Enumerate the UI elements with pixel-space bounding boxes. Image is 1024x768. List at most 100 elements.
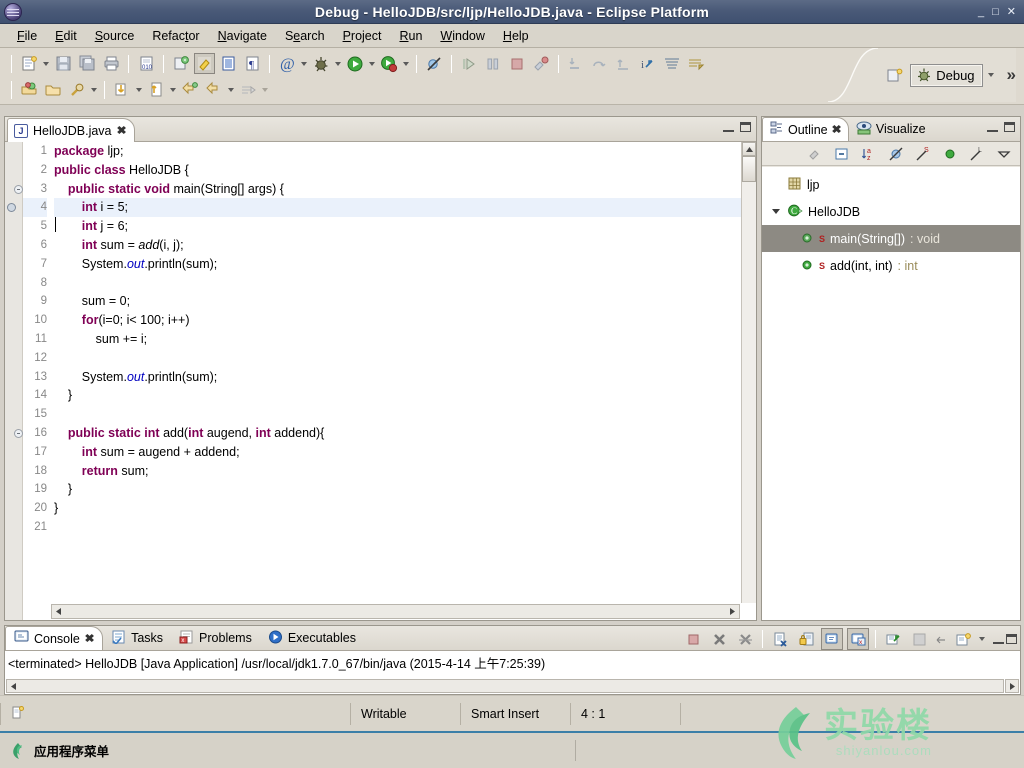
forward-history-icon[interactable] xyxy=(203,79,225,101)
tab-executables[interactable]: Executables xyxy=(260,626,364,650)
tab-problems[interactable]: x Problems xyxy=(171,626,260,650)
debug-dropdown-icon[interactable] xyxy=(333,54,342,74)
goto-line-dropdown-icon[interactable] xyxy=(168,80,177,100)
step-return-icon[interactable] xyxy=(613,53,635,75)
view-menu-icon[interactable] xyxy=(993,143,1015,165)
remove-all-terminated-icon[interactable] xyxy=(734,628,756,650)
editor-vertical-scrollbar[interactable] xyxy=(741,142,756,603)
step-over-dbg-icon[interactable] xyxy=(589,53,611,75)
menu-navigate[interactable]: Navigate xyxy=(209,27,276,45)
print-icon[interactable] xyxy=(100,53,122,75)
outline-item-package[interactable]: ljp xyxy=(762,171,1020,198)
menu-edit[interactable]: Edit xyxy=(46,27,86,45)
show-whitespace-icon[interactable]: ¶ xyxy=(241,53,263,75)
scroll-up-icon[interactable] xyxy=(742,142,756,156)
open-perspective-button[interactable] xyxy=(883,64,905,86)
tab-tasks[interactable]: Tasks xyxy=(103,626,171,650)
skip-all-breakpoints-icon[interactable] xyxy=(423,53,445,75)
sort-icon[interactable]: az xyxy=(858,143,880,165)
maximize-icon[interactable] xyxy=(1004,122,1015,132)
hide-nonpublic-icon[interactable] xyxy=(939,143,961,165)
hide-fields-icon[interactable] xyxy=(885,143,907,165)
console-scroll-right-button[interactable] xyxy=(1005,679,1019,693)
hide-local-types-icon[interactable]: L xyxy=(966,143,988,165)
minimize-icon[interactable] xyxy=(723,123,734,132)
show-source-quick-view-icon[interactable] xyxy=(217,53,239,75)
open-task-dropdown-icon[interactable] xyxy=(299,54,308,74)
run-coverage-dropdown-icon[interactable] xyxy=(401,54,410,74)
run-dropdown-icon[interactable] xyxy=(367,54,376,74)
disconnect-icon[interactable] xyxy=(530,53,552,75)
debug-marker-icon[interactable] xyxy=(7,203,16,213)
menu-help[interactable]: Help xyxy=(494,27,538,45)
remove-launch-icon[interactable] xyxy=(708,628,730,650)
word-wrap-icon[interactable] xyxy=(908,628,930,650)
tab-visualize[interactable]: Visualize xyxy=(849,117,933,141)
scroll-lock-icon[interactable] xyxy=(795,628,817,650)
minimize-icon[interactable] xyxy=(993,635,1004,644)
tab-outline[interactable]: Outline ✖ xyxy=(762,117,849,141)
open-perspective-icon[interactable] xyxy=(18,79,40,101)
taskbar-label[interactable]: 应用程序菜单 xyxy=(34,741,109,760)
minimize-icon[interactable] xyxy=(987,123,998,132)
app-menu-icon[interactable] xyxy=(10,742,26,760)
new-wizard-dropdown-icon[interactable] xyxy=(41,54,50,74)
editor-horizontal-scrollbar[interactable] xyxy=(51,604,740,619)
new-wizard-icon[interactable] xyxy=(18,53,40,75)
outline-item-main-method[interactable]: S main(String[]) : void xyxy=(762,225,1020,252)
maximize-icon[interactable] xyxy=(1006,634,1017,644)
search-icon[interactable] xyxy=(66,79,88,101)
collapse-twisty-icon[interactable] xyxy=(770,209,782,214)
hide-static-icon[interactable]: S xyxy=(912,143,934,165)
menu-search[interactable]: Search xyxy=(276,27,334,45)
last-edit-dropdown-icon[interactable] xyxy=(134,80,143,100)
console-view-dropdown-icon[interactable] xyxy=(977,629,986,649)
open-task-icon[interactable]: @ xyxy=(276,53,298,75)
close-icon[interactable]: ✖ xyxy=(831,123,841,136)
menu-window[interactable]: Window xyxy=(431,27,493,45)
run-coverage-icon[interactable] xyxy=(378,53,400,75)
save-all-icon[interactable] xyxy=(76,53,98,75)
terminate-icon[interactable] xyxy=(682,628,704,650)
history-dropdown-icon[interactable] xyxy=(226,80,235,100)
tab-console[interactable]: Console ✖ xyxy=(5,626,104,650)
goto-line-icon[interactable] xyxy=(145,79,167,101)
focus-on-active-task-icon[interactable] xyxy=(804,143,826,165)
perspective-overflow-icon[interactable]: » xyxy=(1007,66,1016,83)
menu-project[interactable]: Project xyxy=(334,27,391,45)
clear-console-icon[interactable] xyxy=(769,628,791,650)
build-all-icon[interactable]: 010 xyxy=(135,53,157,75)
back-history-icon[interactable] xyxy=(179,79,201,101)
last-edit-location-icon[interactable] xyxy=(111,79,133,101)
outline-item-add-method[interactable]: S add(int, int) : int xyxy=(762,252,1020,279)
open-console-icon[interactable]: x xyxy=(847,628,869,650)
scroll-right-icon[interactable] xyxy=(726,605,739,618)
debug-icon[interactable] xyxy=(310,53,332,75)
search-dropdown-icon[interactable] xyxy=(89,80,98,100)
menu-run[interactable]: Run xyxy=(390,27,431,45)
menu-refactor[interactable]: Refactor xyxy=(143,27,208,45)
perspective-debug-button[interactable]: Debug xyxy=(910,63,983,87)
editor-code[interactable]: package ljp; public class HelloJDB { publ… xyxy=(51,142,756,620)
outline-item-class[interactable]: C HelloJDB xyxy=(762,198,1020,225)
terminate-icon[interactable] xyxy=(506,53,528,75)
scroll-thumb[interactable] xyxy=(742,156,756,182)
open-folder-icon[interactable] xyxy=(42,79,64,101)
new-console-view-icon[interactable] xyxy=(952,628,974,650)
scroll-left-icon[interactable] xyxy=(7,680,19,692)
close-icon[interactable]: ✖ xyxy=(116,124,126,137)
display-selected-console-icon[interactable] xyxy=(821,628,843,650)
previous-console-icon[interactable] xyxy=(934,628,948,650)
instruction-stepping-icon[interactable] xyxy=(685,53,707,75)
pin-console-icon[interactable] xyxy=(882,628,904,650)
toggle-mark-occurrences-icon[interactable] xyxy=(194,53,215,74)
menu-source[interactable]: Source xyxy=(86,27,144,45)
folding-collapse-icon[interactable] xyxy=(14,429,23,438)
editor-marker-ruler[interactable] xyxy=(5,142,23,620)
perspective-dropdown-icon[interactable] xyxy=(987,65,996,85)
drop-to-frame-icon[interactable]: i xyxy=(637,53,659,75)
outline-tree[interactable]: ljp C HelloJDB S main(String[]) : void S… xyxy=(762,167,1020,620)
maximize-icon[interactable] xyxy=(740,122,751,132)
step-into-dbg-icon[interactable] xyxy=(565,53,587,75)
next-annotation-dropdown-icon[interactable] xyxy=(260,80,269,100)
